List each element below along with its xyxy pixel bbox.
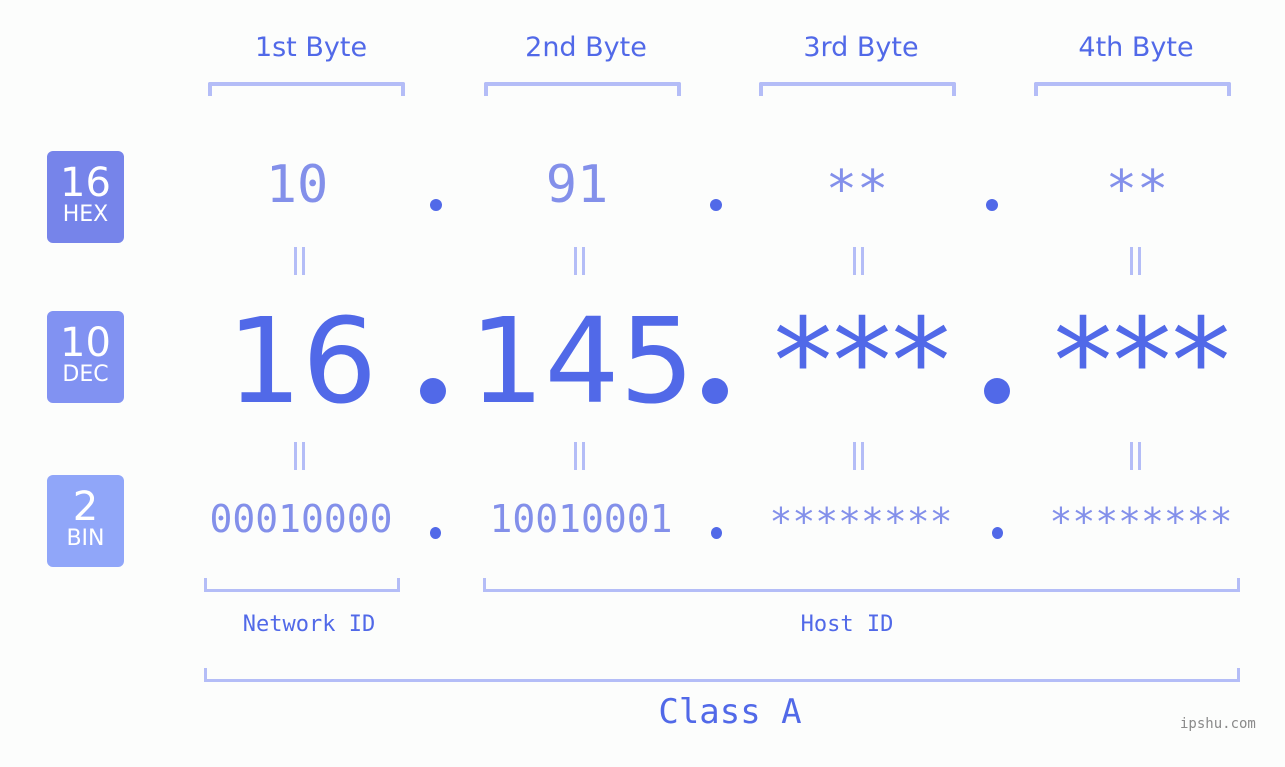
dec-byte-2: 145 xyxy=(469,292,695,430)
hex-byte-2: 91 xyxy=(545,155,609,215)
dec-base: 10 xyxy=(60,320,111,366)
equals-icon xyxy=(1128,442,1142,470)
hex-dot-3 xyxy=(986,199,998,211)
bin-base: 2 xyxy=(72,484,99,530)
host-id-label: Host ID xyxy=(800,612,894,637)
equals-icon xyxy=(292,442,306,470)
equals-icon xyxy=(1128,247,1142,275)
network-id-bracket xyxy=(204,578,400,592)
byte-header-4: 4th Byte xyxy=(1078,32,1194,63)
hex-byte-3: ** xyxy=(825,160,889,220)
class-bracket xyxy=(204,668,1240,682)
equals-icon xyxy=(292,247,306,275)
byte-header-3: 3rd Byte xyxy=(803,32,919,63)
equals-icon xyxy=(572,442,586,470)
hex-byte-4: ** xyxy=(1105,160,1169,220)
bin-dot-2 xyxy=(711,527,722,539)
hex-badge: 16 HEX xyxy=(47,151,124,243)
equals-icon xyxy=(851,442,865,470)
byte-bracket-1 xyxy=(208,82,405,96)
byte-bracket-2 xyxy=(484,82,681,96)
watermark: ipshu.com xyxy=(1180,716,1256,732)
hex-byte-1: 10 xyxy=(265,155,329,215)
dec-byte-4: *** xyxy=(1053,292,1231,430)
bin-byte-3: ******** xyxy=(769,500,953,544)
hex-dot-1 xyxy=(430,199,442,211)
equals-icon xyxy=(572,247,586,275)
byte-header-2: 2nd Byte xyxy=(525,32,647,63)
bin-label: BIN xyxy=(66,526,105,551)
byte-header-1: 1st Byte xyxy=(254,32,368,63)
hex-label: HEX xyxy=(62,202,109,227)
dec-byte-1: 16 xyxy=(226,292,378,430)
hex-base: 16 xyxy=(60,160,111,206)
network-id-label: Network ID xyxy=(242,612,376,637)
dec-byte-3: *** xyxy=(773,292,951,430)
hex-dot-2 xyxy=(710,199,722,211)
bin-badge: 2 BIN xyxy=(47,475,124,567)
bin-byte-1: 00010000 xyxy=(209,497,393,541)
dec-label: DEC xyxy=(62,362,109,387)
bin-dot-1 xyxy=(430,527,441,539)
bin-byte-4: ******** xyxy=(1049,500,1233,544)
dec-dot-2 xyxy=(702,378,728,404)
bin-dot-3 xyxy=(992,527,1003,539)
dec-badge: 10 DEC xyxy=(47,311,124,403)
dec-dot-1 xyxy=(420,378,446,404)
class-label: Class A xyxy=(658,692,802,732)
equals-icon xyxy=(851,247,865,275)
dec-dot-3 xyxy=(984,378,1010,404)
byte-bracket-3 xyxy=(759,82,956,96)
bin-byte-2: 10010001 xyxy=(489,497,673,541)
byte-bracket-4 xyxy=(1034,82,1231,96)
host-id-bracket xyxy=(483,578,1240,592)
